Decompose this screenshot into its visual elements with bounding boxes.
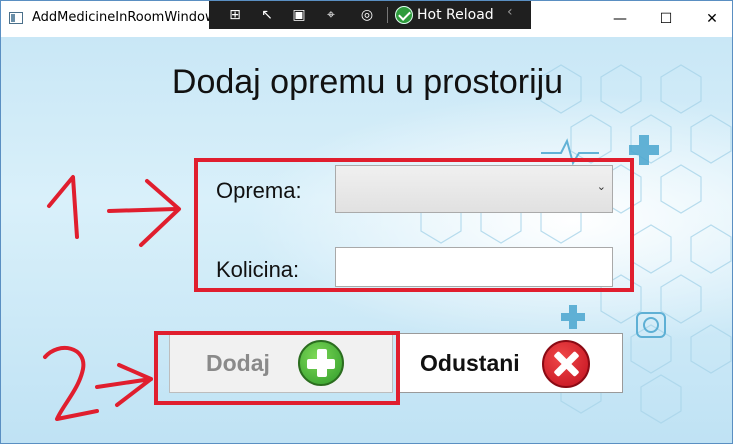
cancel-button-label: Odustani: [420, 350, 520, 376]
hot-reload-label: Hot Reload: [417, 7, 494, 23]
cancel-button[interactable]: Odustani: [397, 333, 623, 393]
check-circle-icon: [395, 6, 413, 24]
hot-reload-status[interactable]: Hot Reload: [395, 5, 494, 25]
minimize-button[interactable]: —: [597, 1, 643, 37]
close-circle-icon: [542, 340, 590, 388]
binding-failures-icon[interactable]: ◎: [357, 5, 377, 25]
live-visual-tree-icon[interactable]: ⊞: [225, 5, 245, 25]
app-window: AddMedicineInRoomWindow ⊞ ↖ ▣ ⌖ ◎ Hot Re…: [0, 0, 733, 444]
annotation-box-form: [194, 158, 634, 292]
display-layout-adorners-icon[interactable]: ▣: [289, 5, 309, 25]
collapse-toolbar-icon[interactable]: ‹: [507, 4, 513, 20]
window-title: AddMedicineInRoomWindow: [32, 10, 210, 25]
title-bar: AddMedicineInRoomWindow ⊞ ↖ ▣ ⌖ ◎ Hot Re…: [1, 1, 732, 37]
maximize-button[interactable]: ☐: [643, 1, 689, 37]
app-icon: [9, 12, 23, 24]
close-button[interactable]: ✕: [689, 1, 732, 37]
select-element-icon[interactable]: ↖: [257, 5, 277, 25]
page-title: Dodaj opremu u prostoriju: [171, 63, 564, 101]
annotation-box-add: [154, 331, 400, 405]
xaml-debug-toolbar: ⊞ ↖ ▣ ⌖ ◎ Hot Reload ‹: [209, 1, 531, 29]
toolbar-divider: [387, 7, 388, 23]
track-focus-icon[interactable]: ⌖: [321, 5, 341, 25]
